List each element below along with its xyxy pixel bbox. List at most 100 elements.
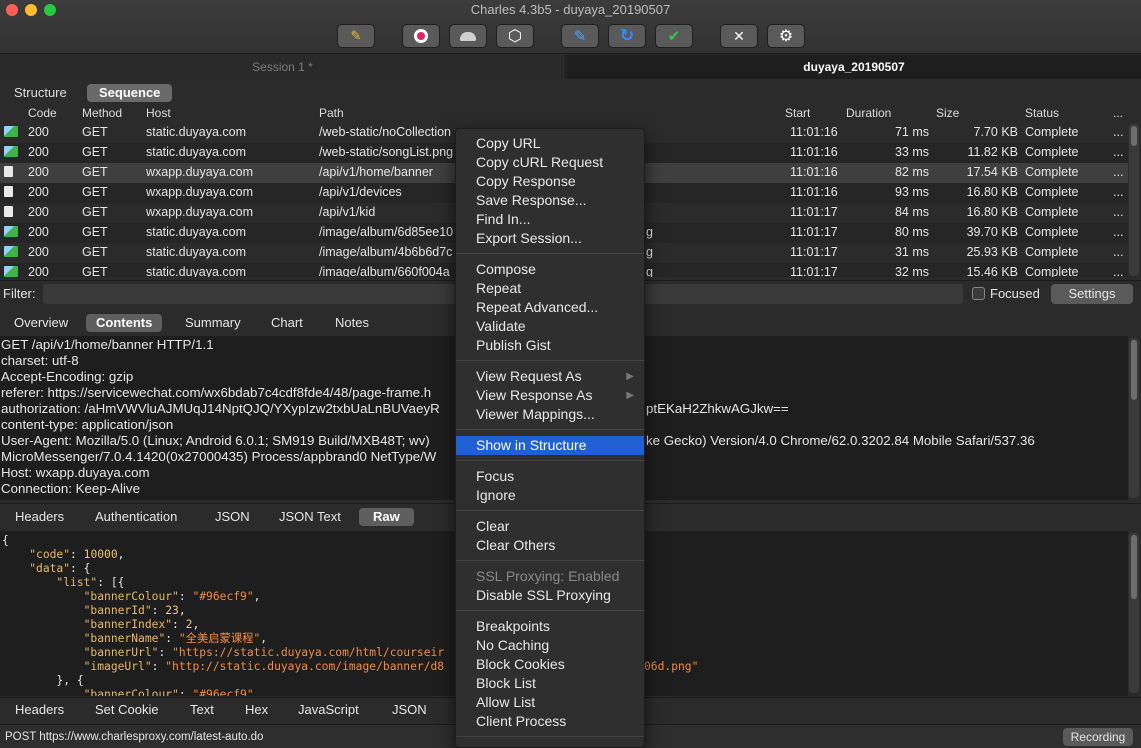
window-title: Charles 4.3b5 - duyaya_20190507 (470, 2, 671, 17)
focused-checkbox[interactable] (972, 287, 985, 300)
tab-duyaya-session[interactable]: duyaya_20190507 (567, 55, 1141, 79)
menu-item-show-in-structure[interactable]: Show in Structure (456, 436, 644, 455)
request-header-text: charset: utf-8 (1, 353, 79, 368)
menu-item-client-process[interactable]: Client Process (456, 712, 644, 731)
menu-item-viewer-mappings[interactable]: Viewer Mappings... (456, 405, 644, 424)
tab-resp-hex[interactable]: Hex (235, 701, 278, 719)
validate-button[interactable]: ✔ (655, 24, 693, 48)
menu-item-validate[interactable]: Validate (456, 317, 644, 336)
menu-item-copy-url[interactable]: Copy URL (456, 134, 644, 153)
image-file-icon (4, 146, 18, 157)
cell-status: Complete (1025, 205, 1079, 219)
cell-method: GET (82, 125, 108, 139)
request-scrollbar[interactable] (1129, 338, 1139, 498)
cell-status: Complete (1025, 225, 1079, 239)
tab-req-json[interactable]: JSON (205, 508, 260, 526)
cell-more: ... (1113, 205, 1124, 219)
menu-separator (456, 460, 644, 461)
menu-item-repeat[interactable]: Repeat (456, 279, 644, 298)
cell-code: 200 (28, 205, 49, 219)
json-value: 2 (185, 618, 193, 631)
menu-item-clear[interactable]: Clear (456, 517, 644, 536)
structure-view-button[interactable]: Structure (2, 84, 79, 102)
menu-item-clear-others[interactable]: Clear Others (456, 536, 644, 555)
filter-settings-button[interactable]: Settings (1051, 284, 1133, 304)
menu-item-ignore[interactable]: Ignore (456, 486, 644, 505)
column-host[interactable]: Host (146, 106, 171, 120)
tab-chart[interactable]: Chart (261, 314, 313, 332)
repeat-button[interactable]: ↻ (608, 24, 646, 48)
context-menu: Copy URL Copy cURL Request Copy Response Sa… (455, 128, 645, 748)
record-button[interactable] (402, 24, 440, 48)
request-header-text: User-Agent: Mozilla/5.0 (Linux; Android … (1, 433, 430, 448)
compose-button[interactable]: ✎ (561, 24, 599, 48)
column-path[interactable]: Path (319, 106, 344, 120)
menu-item-repeat-advanced[interactable]: Repeat Advanced... (456, 298, 644, 317)
menu-item-compose[interactable]: Compose (456, 260, 644, 279)
table-scrollbar[interactable] (1129, 124, 1139, 276)
menu-item-breakpoints[interactable]: Breakpoints (456, 617, 644, 636)
tab-resp-headers[interactable]: Headers (5, 701, 74, 719)
column-method[interactable]: Method (82, 106, 122, 120)
tab-notes[interactable]: Notes (325, 314, 379, 332)
cell-size: 11.82 KB (967, 145, 1018, 159)
throttle-button[interactable] (449, 24, 487, 48)
menu-item-export-session[interactable]: Export Session... (456, 229, 644, 248)
cell-path: /image/album/4b6b6d7c (319, 245, 453, 259)
menu-item-block-list[interactable]: Block List (456, 674, 644, 693)
menu-item-no-caching[interactable]: No Caching (456, 636, 644, 655)
tab-session-1[interactable]: Session 1 * (0, 55, 566, 79)
tab-resp-text[interactable]: Text (180, 701, 224, 719)
menu-item-view-request-as[interactable]: View Request As ▶ (456, 367, 644, 386)
cell-more: ... (1113, 265, 1124, 277)
request-header-text: Accept-Encoding: gzip (1, 369, 134, 384)
tab-resp-javascript[interactable]: JavaScript (288, 701, 369, 719)
cell-start: 11:01:16 (790, 125, 838, 139)
cell-host: wxapp.duyaya.com (146, 205, 254, 219)
tab-req-headers[interactable]: Headers (5, 508, 74, 526)
json-scrollbar[interactable] (1129, 533, 1139, 693)
tab-req-authentication[interactable]: Authentication (85, 508, 187, 526)
tab-contents[interactable]: Contents (86, 314, 163, 332)
tab-resp-set-cookie[interactable]: Set Cookie (85, 701, 169, 719)
column-status[interactable]: Status (1025, 106, 1059, 120)
menu-item-copy-response[interactable]: Copy Response (456, 172, 644, 191)
settings-button[interactable]: ⚙ (767, 24, 805, 48)
menu-item-focus[interactable]: Focus (456, 467, 644, 486)
tab-summary[interactable]: Summary (175, 314, 251, 332)
json-value: "http://static.duyaya.com/image/banner/d… (165, 660, 445, 673)
tab-overview[interactable]: Overview (4, 314, 78, 332)
sequence-view-button[interactable]: Sequence (87, 84, 173, 102)
menu-item-save-response[interactable]: Save Response... (456, 191, 644, 210)
menu-item-block-cookies[interactable]: Block Cookies (456, 655, 644, 674)
column-size[interactable]: Size (936, 106, 959, 120)
menu-item-publish-gist[interactable]: Publish Gist (456, 336, 644, 355)
recording-button[interactable]: Recording (1063, 728, 1133, 746)
request-header-text: Host: wxapp.duyaya.com (1, 465, 150, 480)
cell-status: Complete (1025, 125, 1079, 139)
request-header-tail: ptEKaH2ZhkwAGJkw== (646, 401, 789, 416)
menu-item-find-in[interactable]: Find In... (456, 210, 644, 229)
tools-button[interactable]: ✕ (720, 24, 758, 48)
json-key: "imageUrl" (83, 660, 152, 673)
menu-item-allow-list[interactable]: Allow List (456, 693, 644, 712)
tab-resp-json[interactable]: JSON (382, 701, 437, 719)
request-header-tail: ke Gecko) Version/4.0 Chrome/62.0.3202.8… (646, 433, 1035, 448)
tab-req-json-text[interactable]: JSON Text (269, 508, 351, 526)
column-code[interactable]: Code (28, 106, 57, 120)
column-start[interactable]: Start (785, 106, 810, 120)
menu-separator (456, 253, 644, 254)
clear-session-button[interactable]: ✎ (337, 24, 375, 48)
menu-item-disable-ssl-proxying[interactable]: Disable SSL Proxying (456, 586, 644, 605)
column-duration[interactable]: Duration (846, 106, 891, 120)
column-more[interactable]: ... (1113, 106, 1123, 120)
filter-label: Filter: (3, 286, 36, 301)
menu-item-copy-curl-request[interactable]: Copy cURL Request (456, 153, 644, 172)
tab-req-raw[interactable]: Raw (359, 508, 414, 526)
menu-item-view-response-as[interactable]: View Response As ▶ (456, 386, 644, 405)
menu-separator (456, 736, 644, 737)
breakpoints-button[interactable]: ⬡ (496, 24, 534, 48)
json-key: "data" (29, 562, 71, 575)
json-value: "全美启蒙课程" (178, 632, 261, 645)
menu-item-map-remote[interactable]: Map Remote... (456, 743, 644, 747)
